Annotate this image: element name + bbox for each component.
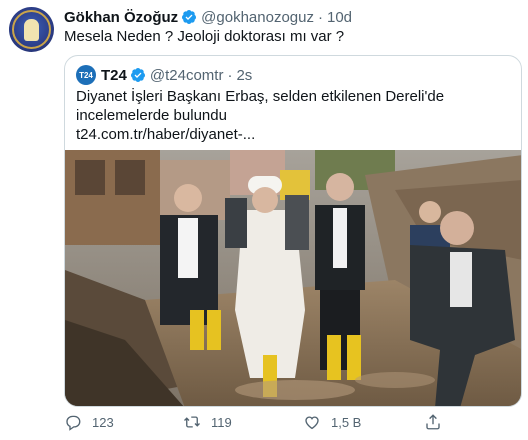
quoted-header-separator: · (227, 66, 233, 84)
quoted-tweet-text: Diyanet İşleri Başkanı Erbaş, selden etk… (76, 87, 506, 144)
retweet-icon (184, 416, 200, 428)
share-icon (426, 414, 440, 430)
quoted-author-name: T24 (101, 66, 127, 84)
header-separator: · (317, 8, 323, 26)
verified-badge-icon (130, 68, 145, 82)
quoted-tweet-body: Diyanet İşleri Başkanı Erbaş, selden etk… (76, 88, 445, 124)
share-button[interactable] (424, 412, 452, 432)
quoted-tweet-header: T24 T24 @t24comtr · 2s (76, 65, 252, 85)
author-handle[interactable]: @gokhanozoguz (201, 9, 314, 26)
quoted-tweet-link[interactable]: t24.com.tr/haber/diyanet-... (76, 125, 506, 144)
like-count: 1,5 B (331, 414, 362, 430)
quoted-tweet-photo[interactable] (65, 150, 522, 407)
like-icon (305, 416, 319, 430)
tweet-time[interactable]: 10d (327, 9, 352, 26)
tweet-header: Gökhan Özoğuz @gokhanozoguz · 10d (64, 8, 352, 26)
reply-button[interactable]: 123 (64, 412, 114, 432)
tweet: Gökhan Özoğuz @gokhanozoguz · 10d Mesela… (0, 0, 528, 440)
like-button[interactable]: 1,5 B (303, 412, 361, 432)
retweet-count: 119 (211, 414, 232, 430)
quoted-author-avatar: T24 (76, 65, 96, 85)
author-name[interactable]: Gökhan Özoğuz (64, 9, 178, 26)
quoted-author-handle: @t24comtr (149, 66, 224, 84)
avatar-figure (24, 19, 39, 41)
tweet-actions: 123 119 1,5 B (64, 412, 494, 432)
author-avatar[interactable] (9, 7, 54, 52)
reply-count: 123 (92, 414, 114, 430)
tweet-text: Mesela Neden ? Jeoloji doktorası mı var … (64, 28, 345, 45)
quoted-tweet-time: 2s (236, 66, 253, 84)
reply-icon (66, 415, 81, 431)
verified-badge-icon (182, 10, 197, 24)
retweet-button[interactable]: 119 (183, 412, 232, 432)
quoted-tweet[interactable]: T24 T24 @t24comtr · 2s Diyanet İşleri Ba… (64, 55, 522, 407)
